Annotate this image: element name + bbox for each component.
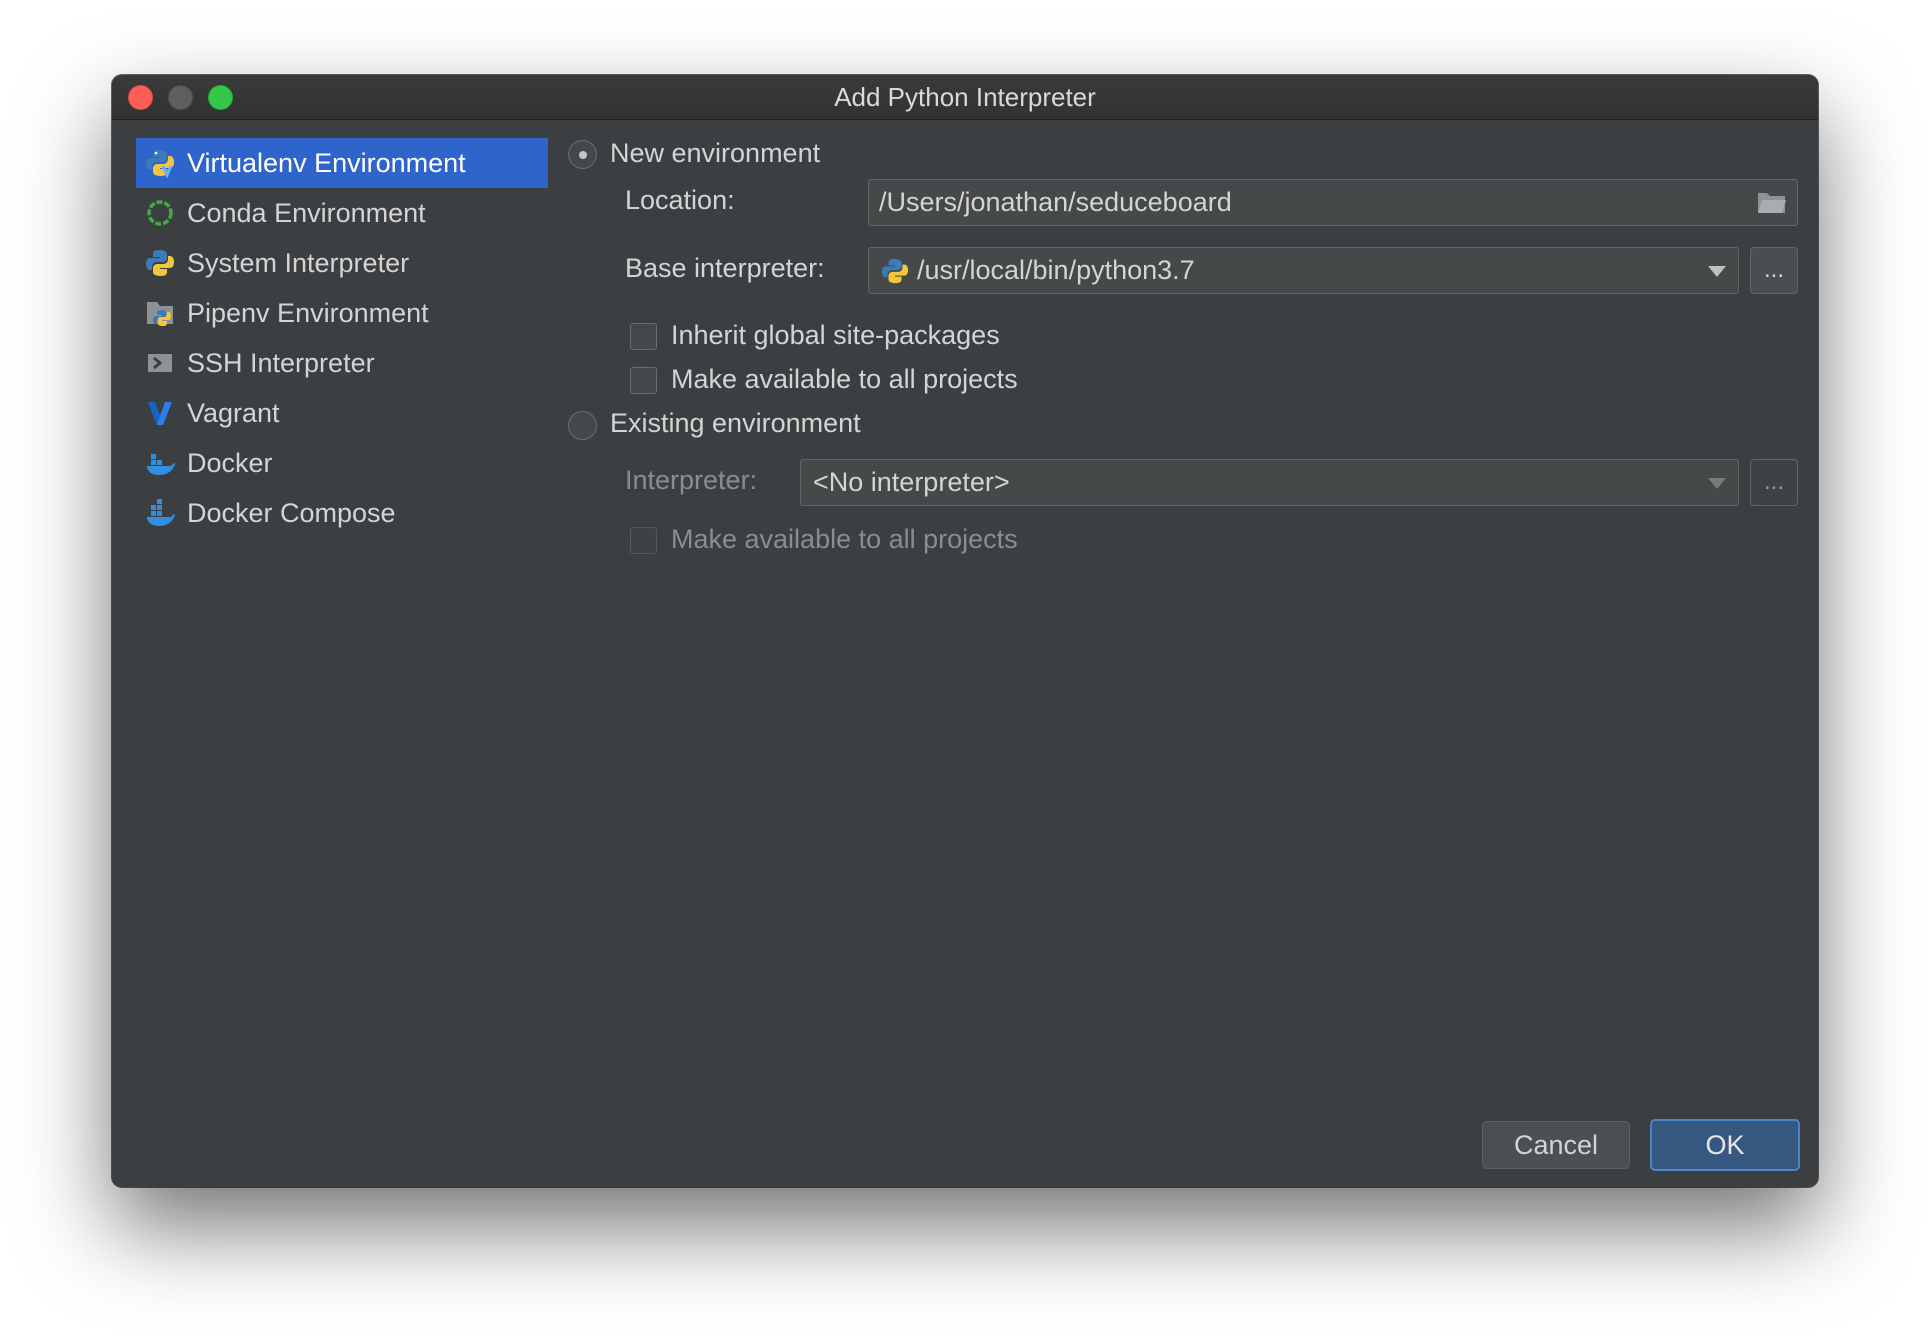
ssh-terminal-icon bbox=[145, 348, 175, 378]
sidebar-item-label: Virtualenv Environment bbox=[187, 147, 466, 178]
title-bar: Add Python Interpreter bbox=[112, 75, 1818, 120]
chevron-down-icon bbox=[1708, 266, 1726, 277]
add-python-interpreter-dialog: Add Python Interpreter Virtualenv Enviro… bbox=[112, 75, 1818, 1187]
location-field[interactable]: /Users/jonathan/seduceboard bbox=[868, 179, 1798, 226]
sidebar-item-label: SSH Interpreter bbox=[187, 347, 375, 378]
browse-base-interpreter-button[interactable]: ... bbox=[1750, 247, 1798, 294]
location-label: Location: bbox=[625, 185, 735, 215]
existing-environment-radio[interactable] bbox=[568, 411, 597, 440]
ok-button[interactable]: OK bbox=[1650, 1119, 1800, 1171]
interpreter-value: <No interpreter> bbox=[813, 467, 1010, 497]
virtualenv-python-icon bbox=[145, 148, 175, 178]
new-environment-radio[interactable] bbox=[568, 140, 597, 169]
docker-compose-icon bbox=[145, 498, 175, 528]
python-icon bbox=[881, 257, 909, 285]
base-interpreter-value: /usr/local/bin/python3.7 bbox=[917, 255, 1195, 285]
interpreter-label: Interpreter: bbox=[625, 465, 758, 495]
sidebar-item-system-interpreter[interactable]: System Interpreter bbox=[136, 238, 548, 288]
location-value: /Users/jonathan/seduceboard bbox=[879, 187, 1232, 217]
make-available-existing-label: Make available to all projects bbox=[671, 524, 1018, 554]
sidebar-item-conda[interactable]: Conda Environment bbox=[136, 188, 548, 238]
python-icon bbox=[145, 248, 175, 278]
sidebar-item-label: Conda Environment bbox=[187, 197, 426, 228]
interpreter-type-list: Virtualenv Environment Conda Environment… bbox=[136, 138, 548, 538]
chevron-down-icon bbox=[1708, 478, 1726, 489]
sidebar-item-label: System Interpreter bbox=[187, 247, 410, 278]
docker-icon bbox=[145, 448, 175, 478]
inherit-site-packages-checkbox[interactable] bbox=[630, 323, 657, 350]
pipenv-icon bbox=[145, 298, 175, 328]
sidebar-item-label: Docker Compose bbox=[187, 497, 396, 528]
sidebar-item-vagrant[interactable]: Vagrant bbox=[136, 388, 548, 438]
sidebar-item-ssh-interpreter[interactable]: SSH Interpreter bbox=[136, 338, 548, 388]
sidebar-item-virtualenv[interactable]: Virtualenv Environment bbox=[136, 138, 548, 188]
base-interpreter-label: Base interpreter: bbox=[625, 253, 825, 283]
interpreter-dropdown[interactable]: <No interpreter> bbox=[800, 459, 1739, 506]
window-title: Add Python Interpreter bbox=[834, 82, 1096, 112]
make-available-new-checkbox[interactable] bbox=[630, 367, 657, 394]
browse-interpreter-button[interactable]: ... bbox=[1750, 459, 1798, 506]
make-available-existing-checkbox[interactable] bbox=[630, 527, 657, 554]
sidebar-item-pipenv[interactable]: Pipenv Environment bbox=[136, 288, 548, 338]
sidebar-item-docker-compose[interactable]: Docker Compose bbox=[136, 488, 548, 538]
vagrant-icon bbox=[145, 398, 175, 428]
new-environment-label: New environment bbox=[610, 138, 821, 168]
folder-icon[interactable] bbox=[1757, 190, 1787, 223]
cancel-button[interactable]: Cancel bbox=[1482, 1121, 1630, 1169]
sidebar-item-docker[interactable]: Docker bbox=[136, 438, 548, 488]
make-available-new-label: Make available to all projects bbox=[671, 364, 1018, 394]
sidebar-item-label: Vagrant bbox=[187, 397, 280, 428]
sidebar-item-label: Docker bbox=[187, 447, 273, 478]
existing-environment-label: Existing environment bbox=[610, 408, 861, 438]
base-interpreter-dropdown[interactable]: /usr/local/bin/python3.7 bbox=[868, 247, 1739, 294]
inherit-site-packages-label: Inherit global site-packages bbox=[671, 320, 1000, 350]
conda-icon bbox=[145, 198, 175, 228]
sidebar-item-label: Pipenv Environment bbox=[187, 297, 429, 328]
